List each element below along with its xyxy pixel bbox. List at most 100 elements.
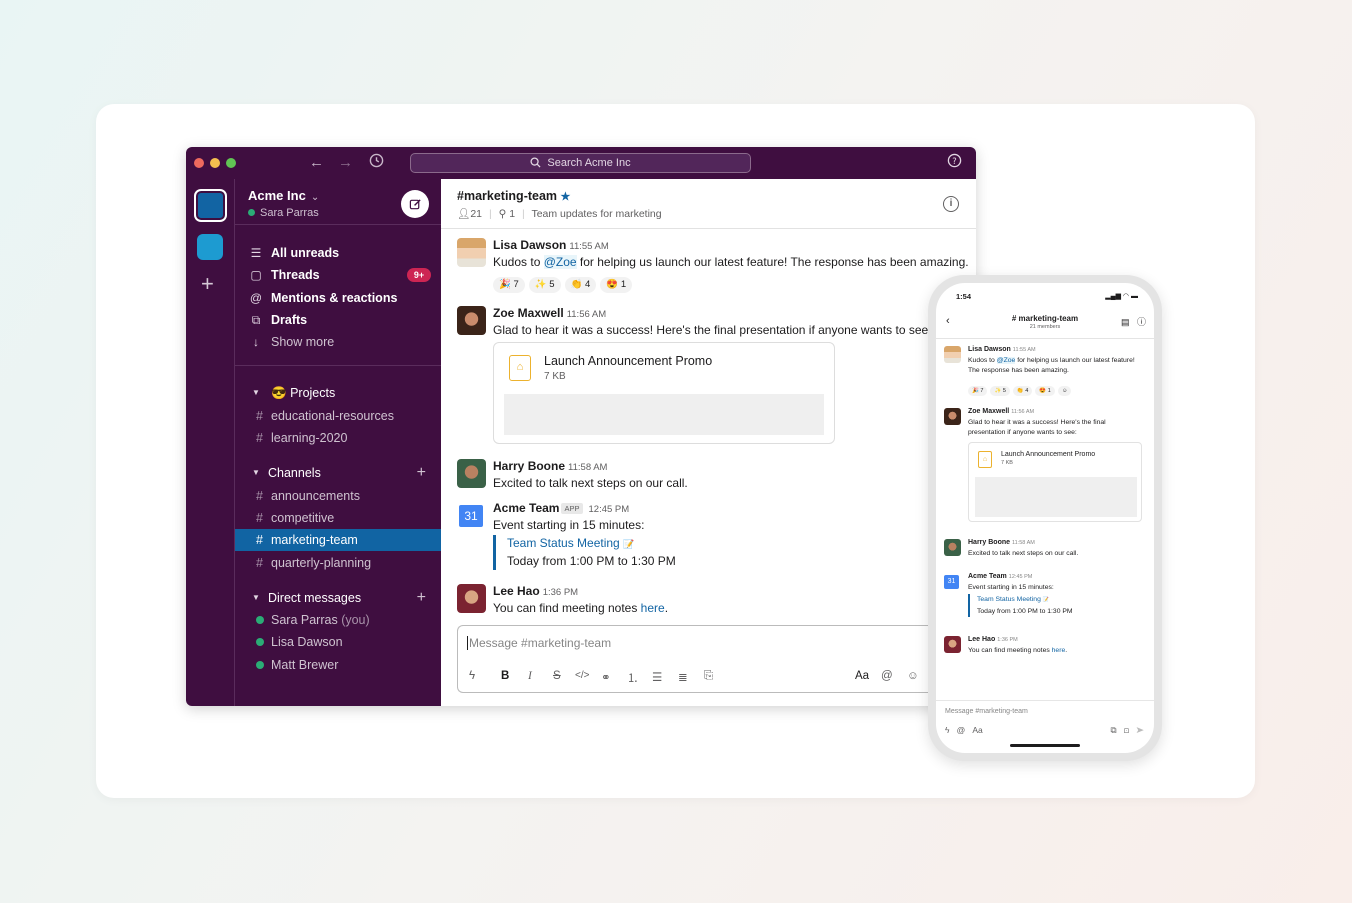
add-channel-plus-icon[interactable]: + <box>417 462 426 484</box>
text-format-toggle[interactable]: Aa <box>855 670 869 682</box>
help-circle-icon[interactable]: ? <box>947 153 962 174</box>
add-reaction-icon[interactable]: ☺ <box>1057 386 1072 396</box>
file-name[interactable]: Launch Announcement Promo <box>544 354 712 368</box>
author-name[interactable]: Lee Hao <box>493 584 540 598</box>
dm-lisa-dawson[interactable]: Lisa Dawson <box>235 631 442 653</box>
channel-marketing-team[interactable]: # marketing-team <box>235 529 442 551</box>
timestamp[interactable]: 1:36 PM <box>543 587 578 598</box>
section-header-channels[interactable]: ▼ Channels + <box>235 462 442 484</box>
channel-learning-2020[interactable]: # learning-2020 <box>235 427 442 449</box>
mobile-composer-placeholder[interactable]: Message #marketing-team <box>945 708 1028 715</box>
ordered-list-icon[interactable]: ⒈ <box>627 670 639 686</box>
author-name[interactable]: Harry Boone <box>493 459 565 473</box>
at-mention-icon[interactable]: @ <box>957 725 966 735</box>
reaction-party[interactable]: 🎉 7 <box>493 277 525 293</box>
avatar[interactable] <box>944 539 961 556</box>
shortcuts-lightning-icon[interactable]: ϟ <box>469 670 475 682</box>
emoji-icon[interactable]: ☺ <box>907 670 919 682</box>
avatar[interactable] <box>457 306 486 335</box>
avatar[interactable] <box>457 584 486 613</box>
message-composer[interactable]: Message #marketing-team ϟ B I S </> ⚭ ⒈ … <box>457 625 976 693</box>
author-name[interactable]: Acme Team <box>493 501 559 515</box>
link-icon[interactable]: ⚭ <box>601 670 611 684</box>
search-bar[interactable]: Search Acme Inc <box>410 153 751 173</box>
italic-icon[interactable]: I <box>528 670 532 682</box>
history-clock-icon[interactable] <box>369 153 384 174</box>
workspace-name[interactable]: Acme Inc ⌄ <box>248 188 319 203</box>
timestamp[interactable]: 11:56 AM <box>567 309 606 320</box>
avatar[interactable] <box>944 346 961 363</box>
timestamp[interactable]: 12:45 PM <box>589 504 630 515</box>
section-header-direct-messages[interactable]: ▼ Direct messages + <box>235 587 442 609</box>
file-preview[interactable] <box>504 394 824 435</box>
mobile-file-attachment[interactable]: ⌂ Launch Announcement Promo 7 KB <box>968 442 1142 522</box>
sidebar-item-all-unreads[interactable]: ☰ All unreads <box>235 242 442 264</box>
user-mention[interactable]: @Zoe <box>543 255 577 269</box>
text-format-toggle[interactable]: Aa <box>972 725 982 735</box>
bulleted-list-icon[interactable]: ☰ <box>652 670 662 684</box>
zoom-window-button[interactable] <box>226 158 236 168</box>
avatar[interactable] <box>944 408 961 425</box>
back-arrow-icon[interactable]: ← <box>309 153 324 173</box>
reaction-clap[interactable]: 👏 4 <box>1012 386 1033 396</box>
reaction-heart-eyes[interactable]: 😍 1 <box>1035 386 1055 396</box>
timestamp[interactable]: 11:55 AM <box>569 241 608 252</box>
dm-sara-parras[interactable]: Sara Parras (you) <box>235 609 442 631</box>
sidebar-item-show-more[interactable]: ↓ Show more <box>235 331 442 353</box>
info-icon[interactable]: ⓘ <box>1137 317 1146 327</box>
channel-quarterly-planning[interactable]: # quarterly-planning <box>235 552 442 574</box>
minimize-window-button[interactable] <box>210 158 220 168</box>
event-title-link[interactable]: Team Status Meeting <box>977 596 1041 603</box>
workspace-switcher-secondary[interactable] <box>197 234 223 260</box>
members-icon[interactable]: 👤︎ <box>457 208 470 220</box>
forward-arrow-icon[interactable]: → <box>338 153 353 173</box>
send-icon[interactable]: ➤ <box>1136 725 1144 735</box>
reaction-clap[interactable]: 👏 4 <box>564 277 597 293</box>
user-mention[interactable]: @Zoe <box>996 357 1016 364</box>
notes-link[interactable]: here <box>641 601 665 615</box>
timestamp[interactable]: 11:58 AM <box>568 462 607 473</box>
author-name[interactable]: Lisa Dawson <box>493 238 566 252</box>
reaction-party[interactable]: 🎉 7 <box>968 386 988 396</box>
workspace-header[interactable]: Acme Inc ⌄ Sara Parras <box>235 179 442 225</box>
channel-topic[interactable]: Team updates for marketing <box>531 208 661 220</box>
calendar-app-icon[interactable]: 31 <box>459 505 483 527</box>
avatar[interactable] <box>944 636 961 653</box>
add-workspace-plus-icon[interactable]: + <box>201 271 214 297</box>
calendar-app-icon[interactable]: 31 <box>944 575 959 589</box>
pin-count[interactable]: 1 <box>509 208 515 220</box>
sidebar-item-mentions[interactable]: @ Mentions & reactions <box>235 287 442 309</box>
sidebar-item-drafts[interactable]: ⧉ Drafts <box>235 309 442 331</box>
channel-competitive[interactable]: # competitive <box>235 507 442 529</box>
sidebar-item-threads[interactable]: ▢ Threads 9+ <box>235 264 442 286</box>
reaction-heart-eyes[interactable]: 😍 1 <box>600 277 633 293</box>
avatar[interactable] <box>457 238 486 267</box>
add-dm-plus-icon[interactable]: + <box>417 587 426 609</box>
camera-icon[interactable]: ⊡ <box>1124 725 1129 735</box>
file-attachment[interactable]: ⌂ Launch Announcement Promo 7 KB <box>493 342 835 444</box>
bold-icon[interactable]: B <box>501 670 509 682</box>
member-count[interactable]: 21 <box>470 208 482 220</box>
code-icon[interactable]: </> <box>575 670 589 681</box>
author-name[interactable]: Zoe Maxwell <box>493 306 564 320</box>
attach-file-icon[interactable]: ⧉ <box>1111 725 1117 735</box>
composer-placeholder[interactable]: Message #marketing-team <box>467 636 611 650</box>
channel-title[interactable]: #marketing-team ★ <box>457 189 570 203</box>
star-icon[interactable]: ★ <box>561 191 571 203</box>
section-header-projects[interactable]: ▼ 😎 Projects <box>235 382 442 404</box>
channel-educational-resources[interactable]: # educational-resources <box>235 405 442 427</box>
at-mention-icon[interactable]: @ <box>881 670 893 682</box>
close-window-button[interactable] <box>194 158 204 168</box>
pin-icon[interactable]: ⚲ <box>499 208 507 220</box>
reaction-sparkles[interactable]: ✨ 5 <box>528 277 561 293</box>
event-title-link[interactable]: Team Status Meeting <box>507 536 620 550</box>
workspace-switcher-acme[interactable] <box>194 189 227 222</box>
blockquote-icon[interactable]: ≣ <box>678 670 688 684</box>
info-icon[interactable]: i <box>943 196 959 212</box>
code-block-icon[interactable]: ⎘ <box>704 670 713 683</box>
file-preview[interactable] <box>975 477 1137 517</box>
canvas-icon[interactable]: ▤ <box>1121 317 1130 327</box>
shortcuts-lightning-icon[interactable]: ϟ <box>945 725 950 735</box>
reaction-sparkles[interactable]: ✨ 5 <box>990 386 1010 396</box>
compose-message-button[interactable] <box>401 190 429 218</box>
